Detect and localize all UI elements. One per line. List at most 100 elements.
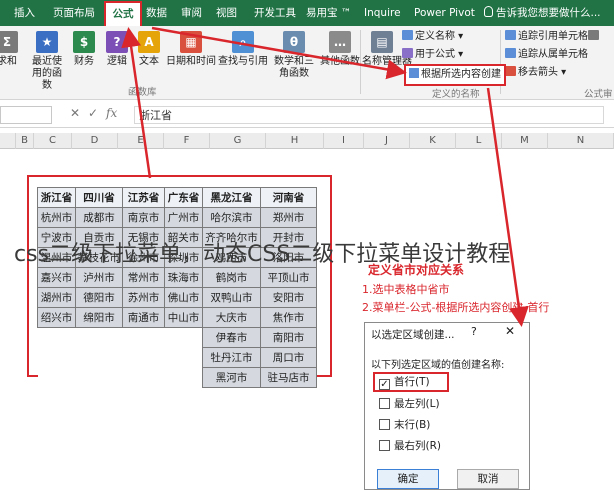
autosum-button[interactable]: Σ 求和 [0,29,22,91]
table-header-cell[interactable]: 浙江省 [37,187,76,208]
close-button[interactable]: ✕ [505,324,515,338]
table-cell[interactable]: 绵阳市 [75,307,123,328]
tab-formulas[interactable]: 公式 [104,1,142,27]
formula-bar: ✕ ✓ fx 浙江省 [0,102,614,128]
trace-precedents-button[interactable]: 追踪引用单元格 [505,30,588,44]
tab-easyuse[interactable]: 易用宝 ™ [306,0,351,26]
more-functions-icon: … [329,31,351,53]
table-cell[interactable]: 郑州市 [260,207,317,228]
text-a-icon: A [138,31,160,53]
text-button[interactable]: A 文本 [136,29,162,91]
column-header-b[interactable]: B [16,133,34,149]
trace-dependents-button[interactable]: 追踪从属单元格 [505,48,588,62]
table-cell[interactable]: 焦作市 [260,307,317,328]
tell-me-box[interactable]: 告诉我您想要做什么... [484,0,601,26]
option-bottom-row[interactable]: 末行(B) [379,418,430,432]
table-cell-empty [37,347,76,368]
tab-developer[interactable]: 开发工具 [254,0,296,26]
define-name-button[interactable]: 定义名称 ▾ [402,30,463,44]
tell-me-text: 告诉我您想要做什么... [496,7,601,19]
use-in-formula-button[interactable]: 用于公式 ▾ [402,48,463,62]
table-cell[interactable]: 双鸭山市 [202,287,261,308]
tab-insert[interactable]: 插入 [14,0,35,26]
tab-review[interactable]: 审阅 [181,0,202,26]
table-cell[interactable]: 黑河市 [202,367,261,388]
enter-icon[interactable]: ✓ [88,106,98,120]
tab-data[interactable]: 数据 [146,0,167,26]
table-cell[interactable]: 佛山市 [164,287,203,308]
table-cell[interactable]: 湖州市 [37,287,76,308]
name-manager-button[interactable]: ▤ 名称管理器 [362,29,412,91]
checkbox[interactable] [379,440,390,451]
more-functions-button[interactable]: … 其他函数 [320,29,360,91]
table-cell[interactable]: 广州市 [164,207,203,228]
tab-view[interactable]: 视图 [216,0,237,26]
create-from-selection-button[interactable]: 根据所选内容创建 [404,64,506,86]
column-header-g[interactable]: G [210,133,266,149]
table-header-cell[interactable]: 河南省 [260,187,317,208]
column-header-h[interactable]: H [266,133,324,149]
financial-icon: $ [73,31,95,53]
lookup-button[interactable]: ⌕ 查找与引用 [218,29,268,91]
table-cell[interactable]: 大庆市 [202,307,261,328]
column-header-d[interactable]: D [72,133,118,149]
name-box[interactable] [0,106,52,124]
column-header-n[interactable]: N [548,133,614,149]
help-button[interactable]: ? [471,325,477,338]
table-cell-empty [164,347,203,368]
select-all-corner[interactable] [0,133,16,149]
column-header-j[interactable]: J [364,133,410,149]
datetime-button[interactable]: ▦ 日期和时间 [166,29,216,91]
checkbox[interactable] [379,419,390,430]
column-header-e[interactable]: E [118,133,164,149]
column-header-m[interactable]: M [502,133,548,149]
financial-button[interactable]: $ 财务 [72,29,96,91]
table-header-cell[interactable]: 广东省 [164,187,203,208]
formula-input[interactable]: 浙江省 [134,106,604,124]
tab-page-layout[interactable]: 页面布局 [53,0,95,26]
table-header-cell[interactable]: 江苏省 [122,187,165,208]
table-cell[interactable]: 杭州市 [37,207,76,228]
logical-button[interactable]: ? 逻辑 [104,29,130,91]
table-cell[interactable]: 伊春市 [202,327,261,348]
fx-icon[interactable]: fx [106,106,117,120]
table-cell[interactable]: 周口市 [260,347,317,368]
checkbox[interactable] [379,398,390,409]
recent-functions-button[interactable]: ★ 最近使用的函数 [28,29,66,91]
table-cell[interactable]: 牡丹江市 [202,347,261,368]
ok-button[interactable]: 确定 [377,469,439,489]
table-cell[interactable]: 南阳市 [260,327,317,348]
table-row: 伊春市 南阳市 [37,327,317,348]
table-cell[interactable]: 德阳市 [75,287,123,308]
table-header-cell[interactable]: 四川省 [75,187,123,208]
table-cell-empty [164,367,203,388]
column-header-f[interactable]: F [164,133,210,149]
table-cell[interactable]: 驻马店市 [260,367,317,388]
cancel-button[interactable]: 取消 [457,469,519,489]
ribbon-separator [360,30,361,94]
table-cell[interactable]: 绍兴市 [37,307,76,328]
cancel-icon[interactable]: ✕ [70,106,80,120]
checkbox-checked[interactable]: ✓ [379,379,390,390]
table-cell[interactable]: 哈尔滨市 [202,207,261,228]
table-cell[interactable]: 成都市 [75,207,123,228]
table-cell[interactable]: 安阳市 [260,287,317,308]
tab-inquire[interactable]: Inquire [364,0,401,26]
math-trig-button[interactable]: θ 数学和三角函数 [270,29,318,91]
column-header-l[interactable]: L [456,133,502,149]
table-cell[interactable]: 苏州市 [122,287,165,308]
table-header-cell[interactable]: 黑龙江省 [202,187,261,208]
remove-arrows-button[interactable]: 移去箭头 ▾ [505,66,566,80]
table-cell[interactable]: 中山市 [164,307,203,328]
column-header-i[interactable]: I [324,133,364,149]
option-left-column[interactable]: 最左列(L) [379,397,440,411]
table-cell[interactable]: 南京市 [122,207,165,228]
option-top-row[interactable]: ✓ 首行(T) [379,375,430,390]
table-cell[interactable]: 南通市 [122,307,165,328]
column-header-c[interactable]: C [34,133,72,149]
show-formulas-button[interactable] [588,30,601,44]
column-header-k[interactable]: K [410,133,456,149]
tab-power-pivot[interactable]: Power Pivot [414,0,475,26]
option-right-column[interactable]: 最右列(R) [379,439,441,453]
province-city-table: 浙江省 四川省 江苏省 广东省 黑龙江省 河南省 杭州市 成都市 南京市 广州市… [37,187,317,388]
